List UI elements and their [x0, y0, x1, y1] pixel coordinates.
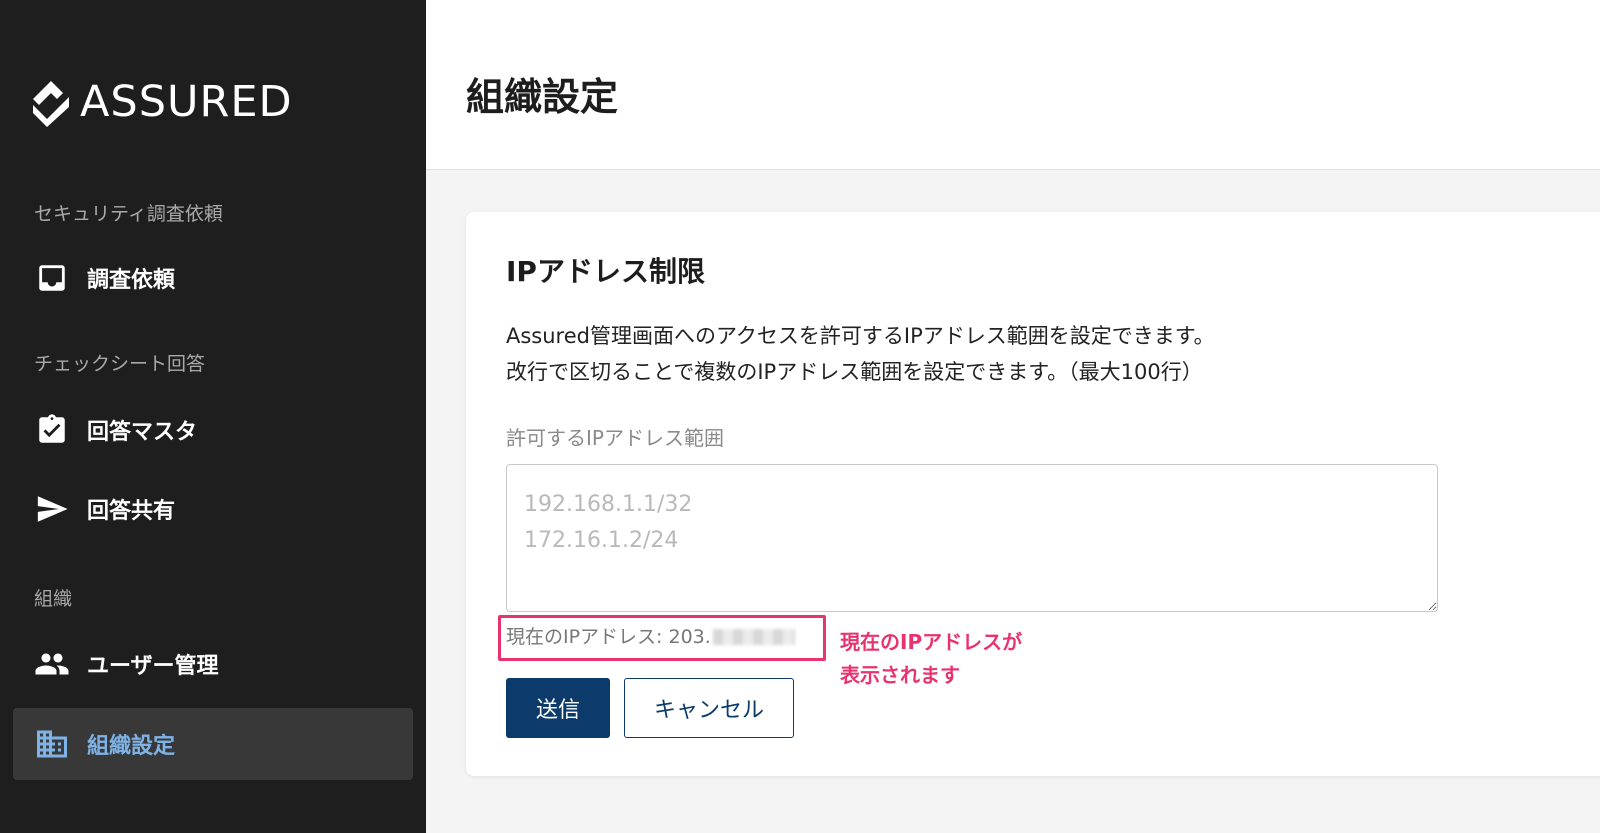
sidebar-item-label: 組織設定	[87, 734, 176, 759]
send-icon	[33, 490, 71, 528]
sidebar-item-user-management[interactable]: ユーザー管理	[13, 628, 413, 700]
sidebar-item-label: 回答共有	[87, 499, 176, 524]
cancel-button[interactable]: キャンセル	[624, 678, 794, 738]
allowed-ip-range-textarea[interactable]	[506, 464, 1438, 612]
inbox-icon	[33, 259, 71, 297]
sidebar: ASSURED セキュリティ調査依頼 調査依頼 チェックシート回答 回答マスタ …	[0, 0, 426, 833]
submit-button[interactable]: 送信	[506, 678, 610, 738]
sidebar-item-organization-settings[interactable]: 組織設定	[13, 708, 413, 780]
card-title: IPアドレス制限	[506, 255, 705, 288]
brand-logo[interactable]: ASSURED	[26, 77, 293, 127]
sidebar-item-label: 調査依頼	[87, 268, 176, 293]
sidebar-section-title: セキュリティ調査依頼	[34, 203, 223, 225]
sidebar-section-title: 組織	[34, 588, 73, 610]
brand-name: ASSURED	[80, 77, 293, 127]
page-title: 組織設定	[466, 75, 619, 119]
sidebar-item-answer-share[interactable]: 回答共有	[13, 473, 413, 545]
annotation-note: 現在のIPアドレスが 表示されます	[840, 626, 1022, 692]
app: ASSURED セキュリティ調査依頼 調査依頼 チェックシート回答 回答マスタ …	[0, 0, 1600, 833]
clipboard-check-icon	[33, 411, 71, 449]
description-line: Assured管理画面へのアクセスを許可するIPアドレス範囲を設定できます。	[506, 324, 1215, 348]
sidebar-item-survey-request[interactable]: 調査依頼	[13, 242, 413, 314]
sidebar-section-title: チェックシート回答	[34, 353, 206, 375]
ip-restriction-card: IPアドレス制限 Assured管理画面へのアクセスを許可するIPアドレス範囲を…	[466, 212, 1600, 776]
sidebar-item-label: ユーザー管理	[87, 654, 219, 679]
people-icon	[33, 645, 71, 683]
current-ip-address: 現在のIPアドレス: 203.	[506, 623, 795, 651]
allowed-ip-range-label: 許可するIPアドレス範囲	[506, 426, 724, 450]
sidebar-item-label: 回答マスタ	[87, 420, 198, 445]
building-icon	[33, 725, 71, 763]
sidebar-item-answer-master[interactable]: 回答マスタ	[13, 394, 413, 466]
redacted-ip-mask	[712, 629, 795, 645]
page-header: 組織設定	[426, 0, 1600, 170]
description-line: 改行で区切ることで複数のIPアドレス範囲を設定できます。（最大100行）	[506, 360, 1203, 384]
assured-logo-icon	[33, 81, 69, 127]
annotation-line: 表示されます	[840, 663, 960, 687]
current-ip-label: 現在のIPアドレス: 203.	[506, 626, 711, 648]
annotation-line: 現在のIPアドレスが	[840, 630, 1023, 654]
